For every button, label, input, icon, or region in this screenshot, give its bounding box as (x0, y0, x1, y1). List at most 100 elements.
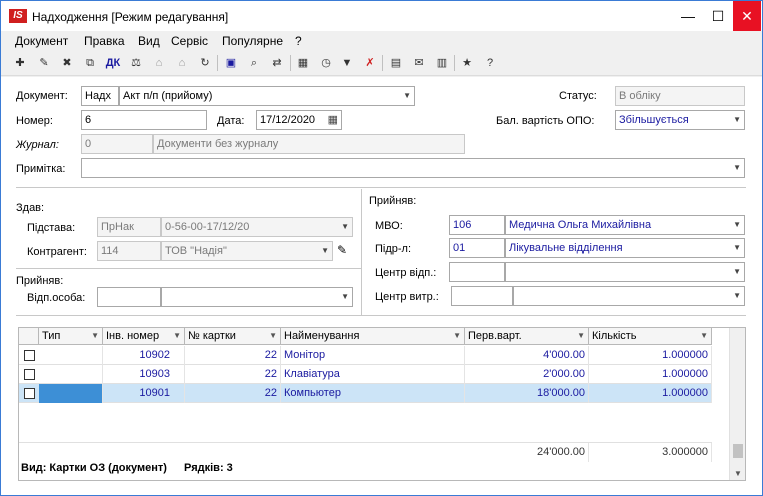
sort-arrow-icon: ▼ (173, 331, 181, 340)
menu-view[interactable]: Вид (138, 34, 160, 48)
contractor-label: Контрагент: (27, 246, 87, 258)
barcode-icon[interactable]: ▥ (433, 54, 451, 72)
open-icon[interactable]: ✎ (35, 54, 53, 72)
col-cost[interactable]: Перв.варт. ▼ (465, 328, 589, 345)
text-icon[interactable]: ДК (104, 54, 122, 72)
balance-icon[interactable]: ⚖ (127, 54, 145, 72)
find-replace-icon[interactable]: ⇄ (268, 54, 286, 72)
number-field[interactable]: 6 (81, 110, 207, 130)
col-check (19, 328, 39, 345)
app-logo: IS (9, 9, 27, 23)
date-label: Дата: (217, 115, 245, 127)
vertical-scrollbar[interactable]: ▼ (729, 328, 745, 480)
person-select[interactable]: ▼ (161, 287, 353, 307)
menu-help[interactable]: ? (295, 34, 302, 48)
search-icon[interactable]: ⌕ (245, 54, 263, 72)
table-icon[interactable]: ▦ (294, 54, 312, 72)
col-type-label: Тип (42, 330, 61, 342)
refresh-icon[interactable]: ↻ (196, 54, 214, 72)
document-icon[interactable]: ▤ (387, 54, 405, 72)
chevron-down-icon: ▼ (733, 163, 741, 172)
title-bar: IS Надходження [Режим редагування] — ☐ ✕ (1, 1, 762, 31)
menu-document[interactable]: Документ (15, 34, 68, 48)
menu-service[interactable]: Сервіс (171, 34, 208, 48)
rows-count: Рядків: 3 (184, 462, 233, 474)
col-qty-label: Кількість (592, 330, 637, 342)
scrollbar-thumb[interactable] (733, 444, 743, 458)
delete-icon[interactable]: ✖ (58, 54, 76, 72)
chevron-down-icon: ▼ (733, 115, 741, 124)
mvo-code-field[interactable]: 106 (449, 215, 505, 235)
cell-qty: 1.000000 (589, 346, 712, 365)
total-cost: 24'000.00 (465, 443, 589, 462)
col-inv[interactable]: Інв. номер ▼ (103, 328, 185, 345)
dept-select[interactable]: Лікувальне відділення ▼ (505, 238, 745, 258)
chevron-down-icon: ▼ (341, 222, 349, 231)
new-icon[interactable]: ✚ (11, 54, 29, 72)
cost-center-select[interactable]: ▼ (513, 286, 745, 306)
clock-icon[interactable]: ◷ (317, 54, 335, 72)
sort-arrow-icon: ▼ (91, 331, 99, 340)
menu-edit[interactable]: Правка (84, 34, 125, 48)
col-qty[interactable]: Кількість ▼ (589, 328, 712, 345)
note-select[interactable]: ▼ (81, 158, 745, 178)
toolbar-separator (290, 55, 291, 71)
mvo-value: Медична Ольга Михайлівна (509, 219, 652, 231)
date-value: 17/12/2020 (260, 114, 316, 126)
row-checkbox[interactable] (24, 350, 35, 361)
calendar-icon[interactable]: ▦ (328, 111, 338, 129)
resp-center-label: Центр відп.: (375, 267, 437, 279)
window-title: Надходження [Режим редагування] (32, 10, 229, 24)
col-card-label: № картки (188, 330, 236, 342)
items-grid: Тип ▼ Інв. номер ▼ № картки ▼ Найменування ▼… (18, 327, 746, 481)
row-checkbox[interactable] (24, 369, 35, 380)
col-type[interactable]: Тип ▼ (39, 328, 103, 345)
close-button[interactable]: ✕ (733, 1, 761, 31)
resp-center-code-field[interactable] (449, 262, 505, 282)
dept-code-field[interactable]: 01 (449, 238, 505, 258)
bank-alt-icon[interactable]: ⌂ (173, 54, 191, 72)
received-right-title: Прийняв: (369, 195, 417, 207)
sort-arrow-icon: ▼ (453, 331, 461, 340)
table-row[interactable]: 10902 22 Монітор 4'000.00 1.000000 (19, 346, 712, 365)
maximize-button[interactable]: ☐ (703, 1, 733, 31)
balance-select[interactable]: Збільшується ▼ (615, 110, 745, 130)
date-field[interactable]: 17/12/2020 ▦ (256, 110, 342, 130)
toolbar-separator (382, 55, 383, 71)
person-code-field[interactable] (97, 287, 161, 307)
note-label: Примітка: (16, 163, 66, 175)
document-type-select[interactable]: Акт п/п (прийому) ▼ (119, 86, 415, 106)
table-row[interactable]: 10903 22 Клавіатура 2'000.00 1.000000 (19, 365, 712, 384)
cost-center-code-field[interactable] (451, 286, 513, 306)
menu-popular[interactable]: Популярне (222, 34, 283, 48)
cost-center-label: Центр витр.: (375, 291, 439, 303)
table-row-selected[interactable]: 10901 22 Компьютер 18'000.00 1.000000 (19, 384, 712, 403)
person-label: Відп.особа: (27, 292, 86, 304)
minimize-button[interactable]: — (673, 1, 703, 31)
mvo-select[interactable]: Медична Ольга Михайлівна ▼ (505, 215, 745, 235)
col-card[interactable]: № картки ▼ (185, 328, 281, 345)
balance-label: Бал. вартість ОПО: (496, 115, 595, 127)
mvo-label: МВО: (375, 220, 403, 232)
save-icon[interactable]: ▣ (222, 54, 240, 72)
status-footer: Вид: Картки ОЗ (документ) Рядків: 3 (21, 462, 233, 474)
bank-icon[interactable]: ⌂ (150, 54, 168, 72)
copy-icon[interactable]: ⧉ (81, 54, 99, 72)
help-icon[interactable]: ? (481, 54, 499, 72)
section-divider (16, 315, 746, 316)
journal-label: Журнал: (16, 139, 59, 151)
row-checkbox[interactable] (24, 388, 35, 399)
resp-center-select[interactable]: ▼ (505, 262, 745, 282)
star-icon[interactable]: ★ (458, 54, 476, 72)
clear-filter-icon[interactable]: ✗ (361, 54, 379, 72)
status-label: Статус: (559, 90, 597, 102)
basis-value: 0-56-00-17/12/20 (165, 221, 250, 233)
journal-code-field: 0 (81, 134, 153, 154)
scroll-down-icon[interactable]: ▼ (734, 469, 742, 478)
totals-row: 24'000.00 3.000000 (19, 442, 712, 462)
document-code-field[interactable]: Надх (81, 86, 119, 106)
col-name[interactable]: Найменування ▼ (281, 328, 465, 345)
mail-icon[interactable]: ✉ (410, 54, 428, 72)
filter-icon[interactable]: ▼ (338, 54, 356, 72)
edit-icon[interactable]: ✎ (337, 243, 347, 257)
